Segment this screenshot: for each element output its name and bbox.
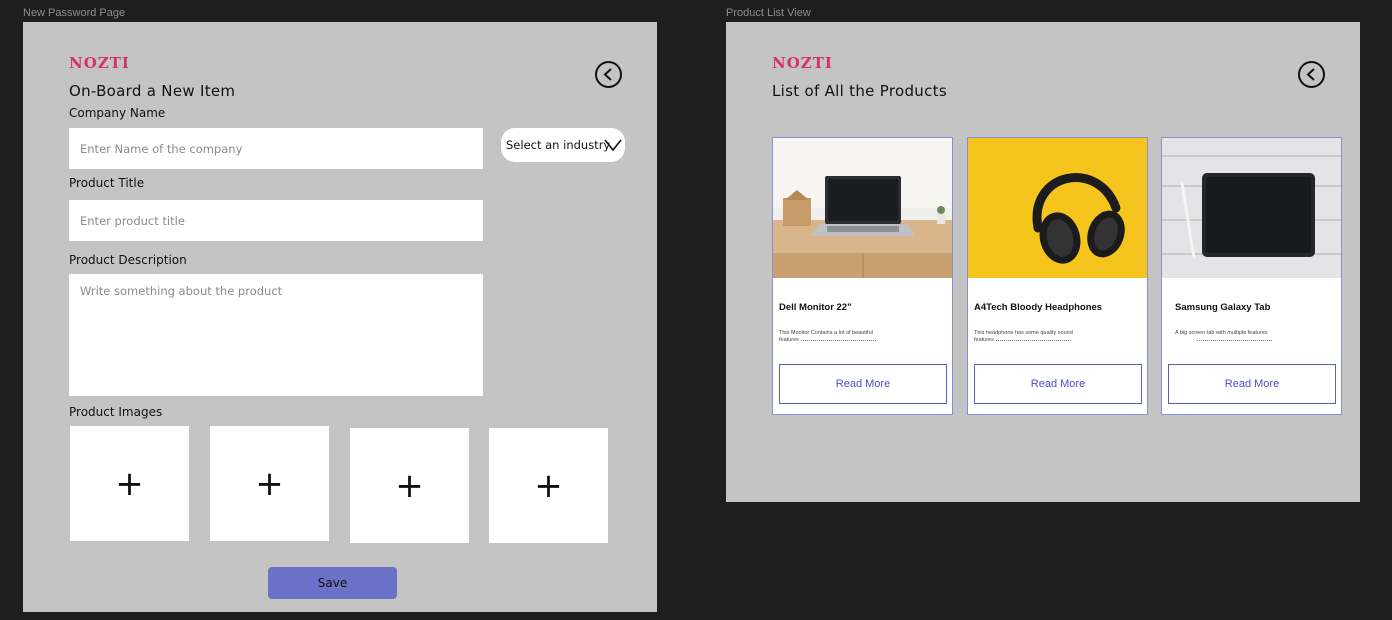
product-name: Dell Monitor 22" — [779, 302, 852, 313]
company-name-input[interactable]: Enter Name of the company — [69, 128, 483, 169]
frame-label-new-password: New Password Page — [23, 7, 126, 19]
save-button[interactable]: Save — [268, 567, 397, 599]
product-description: A big screen tab with multiple features — [1175, 330, 1268, 336]
image-upload-slot-1[interactable]: + — [70, 426, 189, 541]
back-button[interactable] — [1298, 61, 1325, 88]
product-description: This headphone has some quality sound fe… — [974, 330, 1073, 343]
page-title: On-Board a New Item — [69, 82, 236, 100]
image-upload-slot-2[interactable]: + — [210, 426, 329, 541]
read-more-button[interactable]: Read More — [779, 364, 947, 404]
back-button[interactable] — [595, 61, 622, 88]
product-image-laptop — [773, 138, 952, 278]
read-more-button[interactable]: Read More — [974, 364, 1142, 404]
chevron-down-icon — [604, 139, 622, 151]
chevron-left-icon — [603, 68, 612, 81]
product-description-textarea[interactable]: Write something about the product — [69, 274, 483, 396]
product-image-headphones — [968, 138, 1147, 278]
product-title-label: Product Title — [69, 176, 145, 190]
product-description-label: Product Description — [69, 253, 187, 267]
product-title-input[interactable]: Enter product title — [69, 200, 483, 241]
brand-logo: NOZTI — [772, 54, 833, 72]
description-divider — [801, 340, 876, 341]
onboard-form-frame: NOZTI On-Board a New Item Company Name E… — [23, 22, 657, 612]
industry-select-label: Select an industry — [506, 138, 611, 152]
product-name: A4Tech Bloody Headphones — [974, 302, 1103, 313]
image-upload-slot-3[interactable]: + — [350, 428, 469, 543]
description-divider — [1197, 340, 1272, 341]
product-list-frame: NOZTI List of All the Products Dell Moni… — [726, 22, 1360, 502]
company-name-label: Company Name — [69, 106, 166, 120]
product-card[interactable]: Samsung Galaxy Tab A big screen tab with… — [1161, 137, 1342, 415]
frame-label-product-list: Product List View — [726, 7, 811, 19]
product-card[interactable]: A4Tech Bloody Headphones This headphone … — [967, 137, 1148, 415]
brand-logo: NOZTI — [69, 54, 130, 72]
product-image-tablet — [1162, 138, 1341, 278]
chevron-left-icon — [1306, 68, 1315, 81]
product-card[interactable]: Dell Monitor 22" This Monitor Contains a… — [772, 137, 953, 415]
product-images-label: Product Images — [69, 405, 163, 419]
product-name: Samsung Galaxy Tab — [1175, 302, 1271, 313]
description-divider — [996, 340, 1071, 341]
product-description: This Monitor Contains a lot of beautiful… — [779, 330, 873, 343]
industry-select[interactable]: Select an industry — [501, 128, 625, 162]
page-title: List of All the Products — [772, 82, 947, 100]
read-more-button[interactable]: Read More — [1168, 364, 1336, 404]
image-upload-slot-4[interactable]: + — [489, 428, 608, 543]
